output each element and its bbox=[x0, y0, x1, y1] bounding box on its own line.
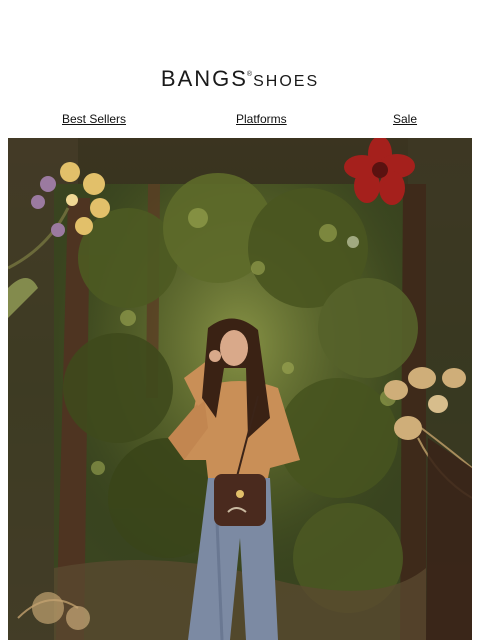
hero-photo bbox=[8, 138, 472, 640]
nav-link-best-sellers[interactable]: Best Sellers bbox=[62, 112, 126, 126]
nav-link-platforms[interactable]: Platforms bbox=[236, 112, 287, 126]
logo-registered-mark: ® bbox=[246, 71, 253, 78]
logo-brand-text: BANGS bbox=[160, 66, 248, 91]
hero-banner[interactable] bbox=[8, 138, 472, 640]
nav-link-sale[interactable]: Sale bbox=[393, 112, 417, 126]
brand-logo[interactable]: BANGS®SHOES bbox=[0, 66, 480, 92]
logo-sub-text: SHOES bbox=[253, 73, 320, 90]
main-nav: Best Sellers Platforms Sale bbox=[8, 112, 472, 130]
